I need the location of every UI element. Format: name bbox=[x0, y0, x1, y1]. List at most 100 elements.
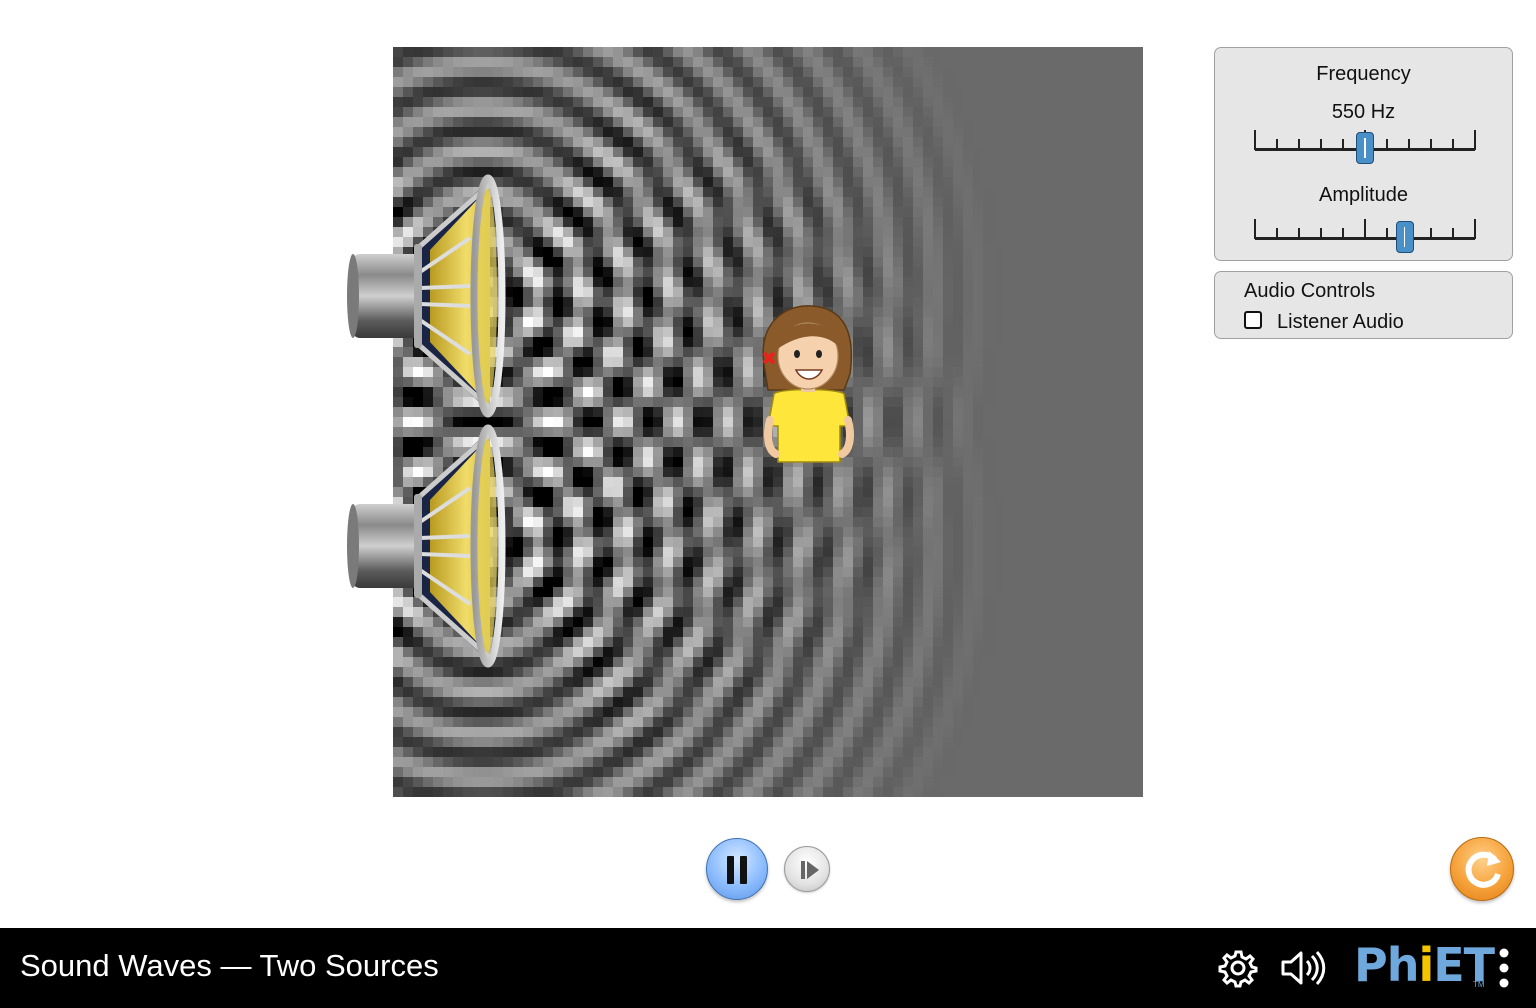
wave-cell bbox=[793, 537, 803, 547]
wave-cell bbox=[983, 487, 993, 497]
wave-cell bbox=[583, 187, 593, 197]
wave-cell bbox=[933, 557, 943, 567]
wave-cell bbox=[1103, 677, 1113, 687]
wave-cell bbox=[1133, 107, 1143, 117]
wave-cell bbox=[713, 177, 723, 187]
wave-cell bbox=[663, 267, 673, 277]
wave-cell bbox=[513, 397, 523, 407]
wave-cell bbox=[693, 107, 703, 117]
wave-cell bbox=[1083, 407, 1093, 417]
wave-cell bbox=[783, 57, 793, 67]
wave-cell bbox=[693, 77, 703, 87]
wave-cell bbox=[973, 257, 983, 267]
wave-cell bbox=[413, 137, 423, 147]
wave-cell bbox=[673, 567, 683, 577]
wave-cell bbox=[1003, 657, 1013, 667]
wave-cell bbox=[723, 247, 733, 257]
wave-cell bbox=[443, 707, 453, 717]
wave-cell bbox=[643, 647, 653, 657]
wave-cell bbox=[933, 627, 943, 637]
wave-cell bbox=[1083, 277, 1093, 287]
wave-cell bbox=[873, 237, 883, 247]
wave-cell bbox=[933, 107, 943, 117]
wave-cell bbox=[913, 447, 923, 457]
wave-cell bbox=[1013, 477, 1023, 487]
wave-cell bbox=[973, 647, 983, 657]
wave-cell bbox=[533, 267, 543, 277]
wave-cell bbox=[573, 507, 583, 517]
wave-cell bbox=[923, 477, 933, 487]
wave-cell bbox=[573, 337, 583, 347]
wave-cell bbox=[1063, 137, 1073, 147]
wave-cell bbox=[813, 567, 823, 577]
wave-cell bbox=[723, 467, 733, 477]
wave-cell bbox=[833, 647, 843, 657]
wave-cell bbox=[593, 217, 603, 227]
wave-cell bbox=[713, 457, 723, 467]
wave-cell bbox=[533, 667, 543, 677]
wave-cell bbox=[703, 437, 713, 447]
wave-cell bbox=[993, 457, 1003, 467]
wave-cell bbox=[893, 127, 903, 137]
wave-cell bbox=[1113, 217, 1123, 227]
wave-cell bbox=[413, 447, 423, 457]
wave-cell bbox=[663, 367, 673, 377]
wave-cell bbox=[513, 377, 523, 387]
wave-cell bbox=[903, 417, 913, 427]
wave-cell bbox=[453, 437, 463, 447]
wave-cell bbox=[763, 197, 773, 207]
wave-cell bbox=[1033, 307, 1043, 317]
wave-cell bbox=[793, 57, 803, 67]
wave-cell bbox=[1113, 507, 1123, 517]
wave-cell bbox=[393, 147, 403, 157]
wave-cell bbox=[553, 117, 563, 127]
wave-cell bbox=[803, 467, 813, 477]
wave-cell bbox=[1083, 517, 1093, 527]
wave-cell bbox=[403, 137, 413, 147]
wave-cell bbox=[1133, 257, 1143, 267]
wave-cell bbox=[563, 667, 573, 677]
wave-cell bbox=[1113, 317, 1123, 327]
wave-cell bbox=[883, 287, 893, 297]
wave-cell bbox=[693, 387, 703, 397]
wave-cell bbox=[1083, 467, 1093, 477]
wave-cell bbox=[1033, 377, 1043, 387]
wave-cell bbox=[1053, 617, 1063, 627]
wave-cell bbox=[873, 507, 883, 517]
wave-cell bbox=[503, 637, 513, 647]
wave-cell bbox=[1083, 97, 1093, 107]
wave-cell bbox=[813, 237, 823, 247]
wave-cell bbox=[723, 217, 733, 227]
wave-cell bbox=[503, 417, 513, 427]
wave-cell bbox=[593, 257, 603, 267]
wave-cell bbox=[1013, 697, 1023, 707]
wave-cell bbox=[453, 127, 463, 137]
wave-cell bbox=[413, 77, 423, 87]
wave-cell bbox=[633, 137, 643, 147]
wave-cell bbox=[683, 327, 693, 337]
wave-cell bbox=[543, 687, 553, 697]
wave-cell bbox=[553, 367, 563, 377]
wave-cell bbox=[883, 407, 893, 417]
wave-cell bbox=[933, 197, 943, 207]
wave-cell bbox=[593, 67, 603, 77]
wave-cell bbox=[513, 497, 523, 507]
wave-cell bbox=[673, 177, 683, 187]
wave-cell bbox=[713, 547, 723, 557]
wave-cell bbox=[1003, 117, 1013, 127]
wave-cell bbox=[1083, 197, 1093, 207]
wave-cell bbox=[623, 377, 633, 387]
wave-cell bbox=[943, 137, 953, 147]
wave-cell bbox=[1123, 587, 1133, 597]
wave-cell bbox=[523, 97, 533, 107]
wave-cell bbox=[1023, 117, 1033, 127]
wave-cell bbox=[993, 627, 1003, 637]
wave-cell bbox=[553, 407, 563, 417]
wave-cell bbox=[443, 67, 453, 77]
wave-cell bbox=[683, 337, 693, 347]
wave-cell bbox=[693, 567, 703, 577]
wave-cell bbox=[563, 197, 573, 207]
wave-cell bbox=[553, 577, 563, 587]
wave-cell bbox=[1073, 297, 1083, 307]
wave-cell bbox=[543, 707, 553, 717]
